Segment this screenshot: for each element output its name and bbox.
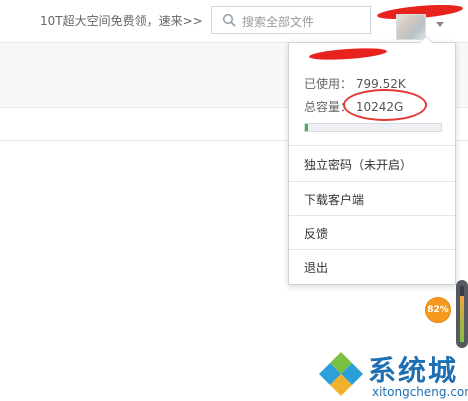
chevron-down-icon[interactable]: [436, 22, 444, 27]
menu-divider: [289, 249, 455, 250]
username-redaction-mark: [308, 46, 388, 62]
promo-link[interactable]: 10T超大空间免费领，速来>>: [40, 12, 203, 29]
top-bar: 10T超大空间免费领，速来>> 搜索全部文件: [0, 0, 468, 42]
menu-item-download-client[interactable]: 下载客户端: [304, 191, 364, 208]
search-icon: [222, 13, 236, 27]
level-gauge-track: [460, 286, 464, 342]
storage-progress-bar: [304, 123, 442, 132]
account-dropdown: 已使用： 799.52K 总容量： 10242G 独立密码（未开启） 下载客户端…: [288, 36, 456, 285]
brand-name: 系统城: [368, 354, 459, 387]
storage-progress-fill: [305, 124, 308, 131]
dropdown-pointer-inner: [420, 37, 432, 43]
menu-item-feedback[interactable]: 反馈: [304, 225, 328, 242]
watermark-logo: 系统城 xitongcheng.com: [316, 349, 468, 401]
search-input[interactable]: 搜索全部文件: [242, 13, 314, 30]
menu-item-independent-password[interactable]: 独立密码（未开启）: [304, 156, 412, 173]
annotation-circle: [343, 89, 427, 121]
search-box[interactable]: 搜索全部文件: [211, 6, 371, 34]
brand-url: xitongcheng.com: [372, 385, 468, 399]
percent-badge[interactable]: 82%: [425, 297, 451, 323]
level-gauge[interactable]: [456, 280, 468, 348]
windows-logo-icon: [319, 352, 363, 396]
menu-divider: [289, 145, 455, 146]
menu-item-logout[interactable]: 退出: [304, 259, 328, 276]
used-space-label: 已使用：: [304, 77, 353, 91]
menu-divider: [289, 181, 455, 182]
menu-divider: [289, 215, 455, 216]
level-gauge-fill: [460, 296, 464, 342]
